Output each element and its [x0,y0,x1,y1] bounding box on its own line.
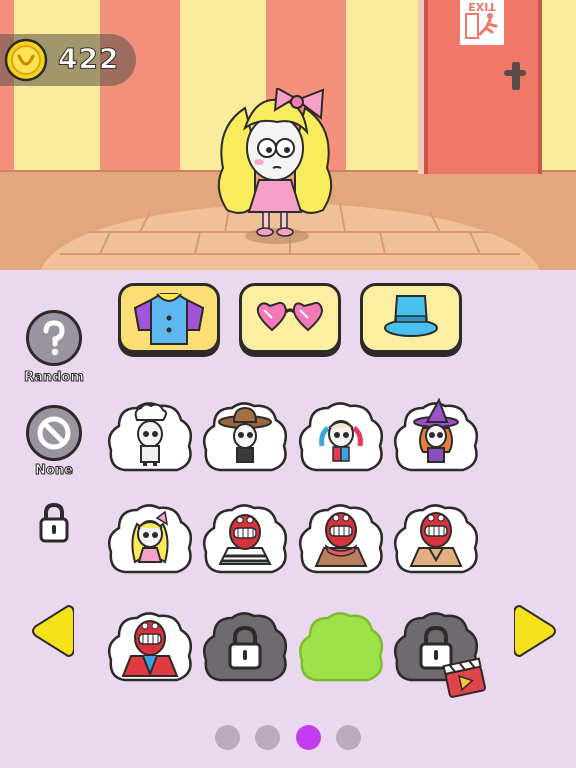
video-clapper-icon [442,657,486,698]
question-icon [43,320,65,356]
prev-page-arrow[interactable] [30,602,74,660]
page-dot-2[interactable] [255,725,280,750]
none-button[interactable] [26,405,82,461]
none-label: None [35,463,74,479]
outfit-witch[interactable] [393,398,479,476]
outfit-harley[interactable] [298,398,384,476]
shirt-icon [133,293,205,345]
heart-glasses-icon [256,301,324,332]
coin-counter: 422 [0,34,136,86]
next-page-arrow[interactable] [514,602,558,660]
outfit-chef[interactable] [107,398,193,476]
random-label: Random [24,370,85,386]
door-handle [504,62,526,90]
character-avatar [217,88,333,244]
outfit-green-selected[interactable] [298,608,384,686]
exit-sign: EXIT [457,0,507,48]
no-sign-icon [37,416,71,450]
page-dot-4[interactable] [336,725,361,750]
outfit-trench-coat[interactable] [393,500,479,578]
outfit-locked-video[interactable] [393,608,486,698]
lock-icon [39,502,69,543]
outfit-jester-suit[interactable] [107,608,193,686]
outfit-blonde-girl[interactable] [107,500,193,578]
page-dot-1[interactable] [215,725,240,750]
page-dot-3[interactable] [296,725,321,750]
coin-count: 422 [57,42,120,76]
outfit-locked[interactable] [202,608,288,686]
coin-icon [4,38,48,82]
outfit-scarf-coat[interactable] [298,500,384,578]
outfit-cowboy[interactable] [202,398,288,476]
top-hat-icon [384,295,438,337]
tab-shirt[interactable] [118,283,220,353]
outfit-prisoner[interactable] [202,500,288,578]
tab-hat[interactable] [360,283,462,353]
tab-glasses[interactable] [239,283,341,353]
random-button[interactable] [26,310,82,366]
